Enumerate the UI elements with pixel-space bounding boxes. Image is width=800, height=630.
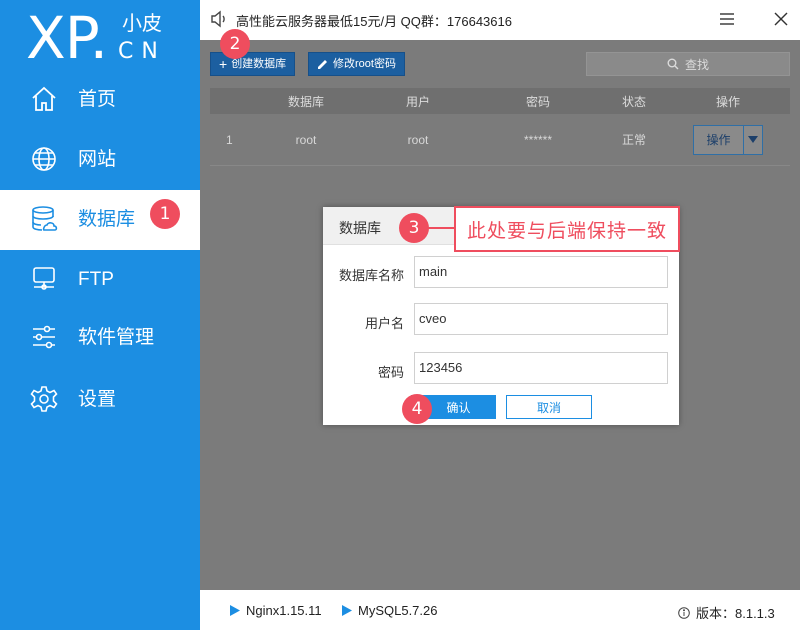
database-icon: [32, 206, 58, 231]
username-label: 用户名: [364, 316, 404, 331]
top-bar: 高性能云服务器最低15元/月 QQ群：176643616: [200, 0, 800, 40]
logo-text: XP.: [26, 4, 108, 72]
annotation-connector: [428, 227, 454, 229]
row-action-cell: 操作: [666, 114, 790, 165]
speaker-icon: [211, 10, 225, 28]
sidebar-item-label: 软件管理: [78, 327, 155, 348]
menu-icon[interactable]: [718, 10, 736, 28]
sidebar-item-software[interactable]: 软件管理: [0, 308, 200, 368]
info-icon: [678, 606, 690, 619]
logo-cn-bottom: CN: [118, 39, 166, 64]
row-status: 正常: [621, 133, 646, 147]
sidebar-item-ftp[interactable]: FTP: [0, 250, 200, 310]
notice-text[interactable]: 高性能云服务器最低15元/月 QQ群：176643616: [236, 11, 512, 30]
header-status: 状态: [621, 94, 646, 109]
sidebar-item-settings[interactable]: 设置: [0, 370, 200, 430]
row-database: root: [295, 132, 317, 147]
row-user: root: [407, 132, 429, 147]
search-input[interactable]: 查找: [586, 52, 790, 76]
row-action-dropdown[interactable]: 操作: [693, 124, 763, 155]
table-row: 1 root root ****** 正常 操作: [210, 114, 790, 166]
annotation-badge-3: 3: [399, 213, 429, 243]
search-placeholder: 查找: [684, 57, 709, 72]
username-input[interactable]: cveo: [414, 303, 668, 335]
globe-icon: [32, 147, 56, 171]
mysql-status[interactable]: MySQL5.7.26: [342, 603, 438, 618]
pencil-icon: [318, 60, 327, 69]
play-icon: [230, 605, 240, 616]
logo-cn-top: 小皮: [122, 13, 162, 35]
dialog-title: 数据库: [339, 220, 381, 236]
version-info: 版本：8.1.1.3: [678, 603, 775, 622]
database-table: 数据库 用户 密码 状态 操作 1 root root ****** 正常 操作: [210, 88, 790, 166]
header-index: [210, 88, 250, 114]
header-action: 操作: [715, 94, 740, 109]
database-name-input[interactable]: main: [414, 256, 668, 288]
sidebar-item-label: 网站: [78, 149, 117, 170]
version-label: 版本：8.1.1.3: [696, 606, 775, 621]
annotation-badge-2: 2: [220, 29, 250, 59]
create-database-button[interactable]: + 创建数据库: [210, 52, 296, 76]
sidebar-item-label: 设置: [78, 389, 117, 410]
database-name-label: 数据库名称: [338, 268, 404, 283]
sidebar-item-label: 首页: [78, 89, 117, 110]
sidebar: XP. 小皮 CN 首页 网站 数据库 FTP 软件管理 设置: [0, 0, 200, 630]
gear-icon: [30, 386, 58, 412]
sidebar-item-label: FTP: [78, 269, 114, 290]
sliders-icon: [33, 325, 55, 349]
nginx-status[interactable]: Nginx1.15.11: [230, 603, 322, 618]
header-database: 数据库: [287, 94, 324, 109]
sidebar-item-label: 数据库: [78, 209, 136, 230]
sidebar-item-home[interactable]: 首页: [0, 70, 200, 130]
search-icon: [667, 58, 679, 70]
annotation-badge-1: 1: [150, 199, 180, 229]
password-input[interactable]: 123456: [414, 352, 668, 384]
annotation-callout: 此处要与后端保持一致: [454, 206, 680, 252]
server-icon: [33, 267, 55, 290]
plus-icon: +: [219, 56, 228, 72]
change-root-password-button[interactable]: 修改root密码: [308, 52, 405, 76]
close-icon[interactable]: [772, 10, 790, 28]
row-index: 1: [226, 132, 233, 147]
status-bar: Nginx1.15.11 MySQL5.7.26 版本：8.1.1.3: [200, 590, 800, 630]
table-header: 数据库 用户 密码 状态 操作: [210, 88, 790, 114]
header-user: 用户: [405, 94, 430, 109]
annotation-badge-4: 4: [402, 394, 432, 424]
play-icon: [342, 605, 352, 616]
password-label: 密码: [377, 365, 404, 380]
app-logo: XP. 小皮 CN: [26, 6, 196, 70]
caret-down-icon[interactable]: [744, 126, 762, 154]
nginx-label: Nginx1.15.11: [246, 603, 322, 618]
mysql-label: MySQL5.7.26: [358, 603, 438, 618]
change-root-password-label: 修改root密码: [333, 58, 396, 70]
row-action-label[interactable]: 操作: [694, 125, 744, 154]
cancel-button[interactable]: 取消: [506, 395, 592, 419]
header-password: 密码: [525, 94, 550, 109]
sidebar-item-website[interactable]: 网站: [0, 130, 200, 190]
home-icon: [32, 86, 56, 111]
row-password: ******: [523, 132, 553, 147]
